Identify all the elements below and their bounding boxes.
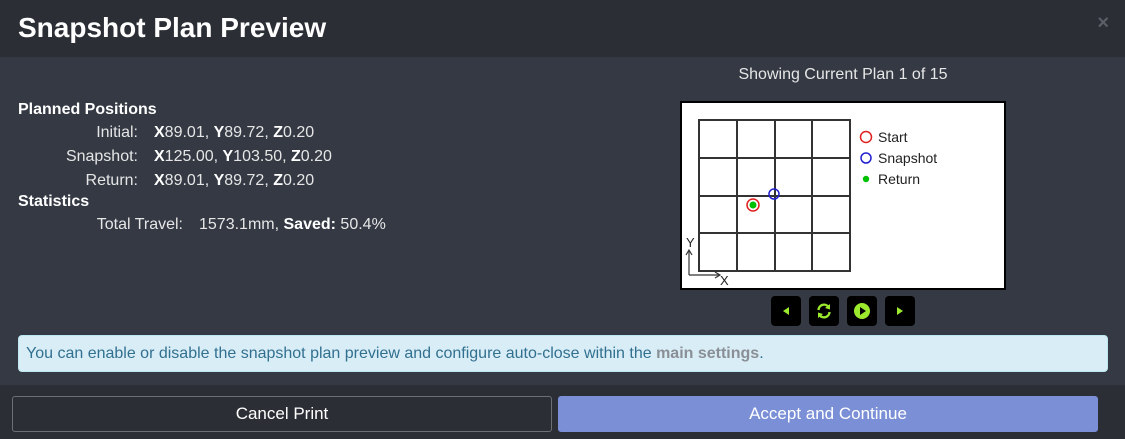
close-icon[interactable]: × <box>1097 12 1109 35</box>
position-value: X125.00, Y103.50, Z0.20 <box>154 148 332 165</box>
return-marker <box>749 201 757 209</box>
legend-start-label: Start <box>878 129 908 145</box>
refresh-plan-button[interactable] <box>809 296 839 326</box>
plan-caption: Showing Current Plan 1 of 15 <box>738 66 948 83</box>
main-settings-link[interactable]: main settings <box>656 345 759 362</box>
play-plan-button[interactable] <box>847 296 877 326</box>
plan-preview-image: Y X Start Snapshot Return <box>680 101 1006 290</box>
legend-return-icon <box>862 175 870 183</box>
position-row-initial: Initial: X89.01, Y89.72, Z0.20 <box>18 121 386 145</box>
total-travel-value: 1573.1mm, Saved: 50.4% <box>199 216 386 233</box>
next-plan-button[interactable] <box>885 296 915 326</box>
plan-preview-svg: Y X Start Snapshot Return <box>685 119 937 288</box>
plan-controls <box>771 296 915 326</box>
position-value: X89.01, Y89.72, Z0.20 <box>154 172 315 189</box>
axis-indicator <box>685 248 722 279</box>
statistics-heading: Statistics <box>18 193 90 210</box>
caret-right-icon <box>897 307 903 315</box>
position-value: X89.01, Y89.72, Z0.20 <box>154 124 315 141</box>
dialog-header: Snapshot Plan Preview × <box>0 0 1125 57</box>
legend-return-label: Return <box>878 171 920 187</box>
previous-plan-button[interactable] <box>771 296 801 326</box>
travel-grid <box>698 119 851 272</box>
dialog-footer: Cancel Print Accept and Continue <box>0 385 1125 439</box>
planned-positions-heading: Planned Positions <box>18 101 157 118</box>
info-suffix: . <box>759 345 764 362</box>
total-travel-row: Total Travel: 1573.1mm, Saved: 50.4% <box>18 213 386 237</box>
axis-x-label: X <box>720 273 729 288</box>
axis-y-label: Y <box>686 235 695 250</box>
info-alert: You can enable or disable the snapshot p… <box>18 335 1108 372</box>
caret-left-icon <box>783 307 789 315</box>
refresh-icon <box>817 303 831 319</box>
position-row-snapshot: Snapshot: X125.00, Y103.50, Z0.20 <box>18 145 386 169</box>
legend: Start Snapshot Return <box>859 129 937 187</box>
position-label: Return: <box>85 172 138 189</box>
accept-continue-button[interactable]: Accept and Continue <box>558 396 1098 432</box>
legend-snapshot-label: Snapshot <box>878 150 937 166</box>
dialog-title: Snapshot Plan Preview <box>18 12 327 43</box>
cancel-print-button[interactable]: Cancel Print <box>12 396 552 432</box>
dialog-body: Planned Positions Initial: X89.01, Y89.7… <box>0 57 1125 385</box>
info-text: You can enable or disable the snapshot p… <box>26 345 657 362</box>
legend-snapshot-icon <box>860 152 872 164</box>
total-travel-label: Total Travel: <box>96 216 183 233</box>
position-label: Initial: <box>96 124 138 141</box>
play-circle-icon <box>854 303 870 319</box>
legend-start-icon <box>859 130 873 144</box>
position-row-return: Return: X89.01, Y89.72, Z0.20 <box>18 169 386 193</box>
positions-panel: Planned Positions Initial: X89.01, Y89.7… <box>18 101 386 237</box>
position-label: Snapshot: <box>65 148 138 165</box>
